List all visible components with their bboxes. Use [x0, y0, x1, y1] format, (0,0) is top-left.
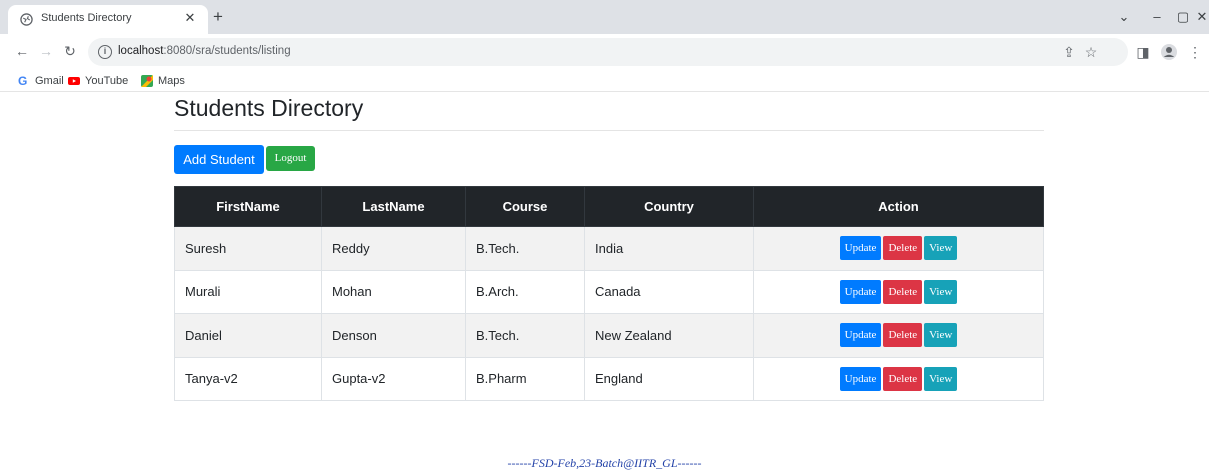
column-header-country: Country: [584, 186, 754, 227]
add-student-button[interactable]: Add Student: [174, 145, 264, 174]
view-button[interactable]: View: [924, 366, 958, 391]
view-button[interactable]: View: [924, 279, 958, 304]
table-row: Suresh Reddy B.Tech. India Update Delete V…: [174, 226, 1044, 271]
page-title: Students Directory: [174, 95, 364, 121]
bookmark-youtube[interactable]: YouTube: [68, 73, 128, 89]
cell-actions: Update Delete View: [753, 356, 1044, 401]
column-header-action: Action: [753, 186, 1044, 227]
tab-strip: Students Directory ✕ + ⌄ – ▢ ✕: [0, 0, 1209, 34]
cell-firstname: Murali: [174, 269, 322, 314]
cell-course: B.Pharm: [465, 356, 585, 401]
close-icon[interactable]: ✕: [182, 10, 198, 26]
address-bar[interactable]: i localhost:8080/sra/students/listing: [88, 38, 1128, 66]
cell-actions: Update Delete View: [753, 269, 1044, 314]
column-header-firstname: FirstName: [174, 186, 322, 227]
column-header-lastname: LastName: [321, 186, 466, 227]
bookmark-gmail[interactable]: G Gmail: [18, 73, 64, 89]
share-icon[interactable]: ⇪: [1060, 43, 1078, 61]
cell-country: England: [584, 356, 754, 401]
browser-toolbar: ← → ↻ i localhost:8080/sra/students/list…: [0, 34, 1209, 70]
cell-firstname: Daniel: [174, 313, 322, 358]
url-text[interactable]: localhost:8080/sra/students/listing: [118, 45, 291, 57]
view-button[interactable]: View: [924, 236, 958, 261]
cell-firstname: Tanya-v2: [174, 356, 322, 401]
cell-course: B.Tech.: [465, 313, 585, 358]
globe-icon: [20, 13, 33, 26]
cell-actions: Update Delete View: [753, 226, 1044, 271]
bookmark-maps[interactable]: Maps: [141, 73, 185, 89]
delete-button[interactable]: Delete: [883, 279, 923, 304]
tab-title: Students Directory: [41, 12, 132, 24]
youtube-icon: [68, 77, 80, 85]
side-panel-icon[interactable]: ◨: [1134, 43, 1152, 61]
students-table: FirstName LastName Course Country Action…: [174, 186, 1044, 401]
divider: [174, 130, 1044, 131]
table-row: Tanya-v2 Gupta-v2 B.Pharm England Update…: [174, 356, 1044, 401]
info-icon[interactable]: i: [98, 45, 112, 59]
bookmarks-bar: G Gmail YouTube Maps: [0, 70, 1209, 92]
plus-icon[interactable]: +: [209, 8, 227, 26]
delete-button[interactable]: Delete: [883, 323, 923, 348]
view-button[interactable]: View: [924, 323, 958, 348]
cell-lastname: Denson: [321, 313, 466, 358]
table-header-row: FirstName LastName Course Country Action: [174, 186, 1044, 227]
cell-lastname: Gupta-v2: [321, 356, 466, 401]
update-button[interactable]: Update: [839, 279, 882, 304]
table-row: Daniel Denson B.Tech. New Zealand Update…: [174, 313, 1044, 358]
update-button[interactable]: Update: [839, 236, 882, 261]
cell-country: India: [584, 226, 754, 271]
update-button[interactable]: Update: [839, 323, 882, 348]
profile-avatar-icon[interactable]: [1160, 43, 1178, 61]
cell-country: New Zealand: [584, 313, 754, 358]
cell-lastname: Mohan: [321, 269, 466, 314]
bookmark-star-icon[interactable]: ☆: [1082, 43, 1100, 61]
table-row: Murali Mohan B.Arch. Canada Update Delete…: [174, 269, 1044, 314]
cell-firstname: Suresh: [174, 226, 322, 271]
browser-tab[interactable]: Students Directory ✕: [8, 5, 208, 34]
forward-arrow-icon[interactable]: →: [38, 43, 54, 59]
delete-button[interactable]: Delete: [883, 236, 923, 261]
cell-lastname: Reddy: [321, 226, 466, 271]
cell-course: B.Tech.: [465, 226, 585, 271]
cell-country: Canada: [584, 269, 754, 314]
back-arrow-icon[interactable]: ←: [14, 43, 30, 59]
column-header-course: Course: [465, 186, 585, 227]
chevron-down-icon[interactable]: ⌄: [1115, 8, 1133, 26]
cell-course: B.Arch.: [465, 269, 585, 314]
close-icon[interactable]: ✕: [1193, 8, 1209, 26]
maps-icon: [141, 75, 153, 87]
logout-button[interactable]: Logout: [266, 146, 315, 171]
delete-button[interactable]: Delete: [883, 366, 923, 391]
minimize-icon[interactable]: –: [1148, 8, 1166, 26]
cell-actions: Update Delete View: [753, 313, 1044, 358]
reload-icon[interactable]: ↻: [62, 43, 78, 59]
more-menu-icon[interactable]: ⋮: [1186, 43, 1204, 61]
google-icon: G: [18, 74, 28, 88]
update-button[interactable]: Update: [839, 366, 882, 391]
restore-icon[interactable]: ▢: [1174, 8, 1192, 26]
footer-text: ------FSD-Feb,23-Batch@IITR_GL------: [507, 456, 702, 470]
